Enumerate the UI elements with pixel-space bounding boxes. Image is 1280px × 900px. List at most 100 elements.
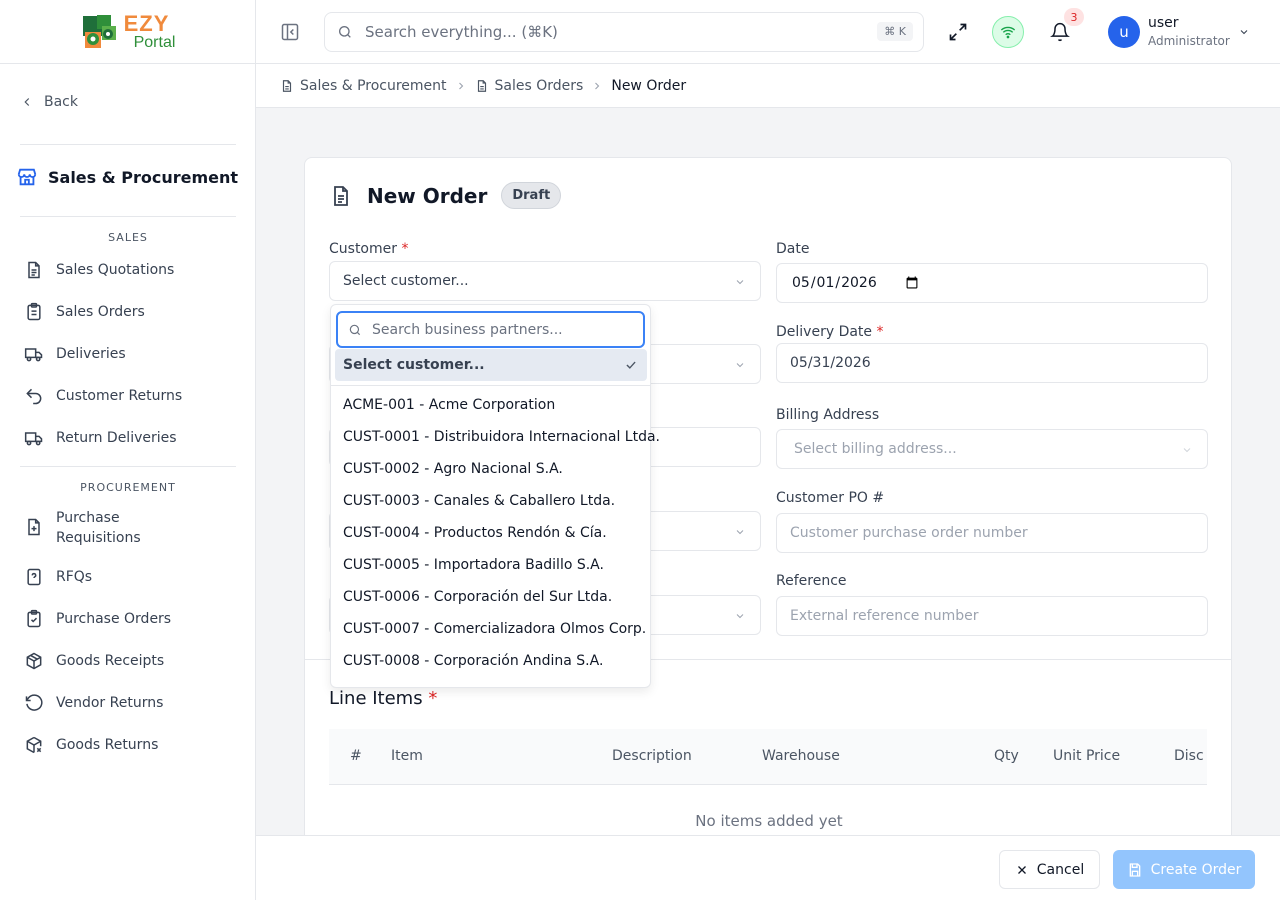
sidebar-item-rfqs[interactable]: RFQs (24, 567, 236, 587)
back-link[interactable]: Back (20, 90, 78, 114)
dropdown-option-selected[interactable]: Select customer... (335, 349, 647, 381)
customer-select[interactable]: Select customer... (329, 261, 761, 301)
sidebar-item-label: RFQs (56, 569, 93, 585)
connection-status[interactable] (992, 16, 1024, 48)
dropdown-option[interactable]: CUST-0006 - Corporación del Sur Ltda. (343, 589, 612, 605)
reference-field[interactable]: External reference number (776, 596, 1208, 636)
create-order-button-label: Create Order (1150, 861, 1242, 878)
sidebar-item-return-deliveries[interactable]: Return Deliveries (24, 428, 236, 448)
truck-icon (24, 348, 43, 362)
chevron-down-icon (736, 363, 744, 368)
package-icon (26, 652, 42, 670)
line-items-header: # Item Description Warehouse Qty Unit Pr… (329, 729, 1207, 785)
form-footer: Cancel Create Order (256, 835, 1280, 900)
section-title-procurement: PROCUREMENT (80, 481, 176, 494)
dropdown-option[interactable]: ACME-001 - Acme Corporation (343, 397, 555, 413)
global-search[interactable]: ⌘ K (324, 12, 924, 52)
sidebar-item-goods-returns[interactable]: Goods Returns (24, 735, 236, 755)
breadcrumb-item-sales-procurement[interactable]: Sales & Procurement (280, 78, 447, 94)
user-role: Administrator (1148, 34, 1230, 48)
sidebar-item-label: Sales Quotations (56, 262, 175, 278)
chevron-down-icon[interactable] (1238, 26, 1250, 38)
fullscreen-icon[interactable] (948, 22, 968, 42)
sidebar-toggle-icon[interactable] (280, 22, 300, 42)
line-items-title-text: Line Items (329, 688, 423, 709)
date-input[interactable] (791, 274, 921, 292)
sidebar-item-customer-returns[interactable]: Customer Returns (24, 386, 236, 406)
logo-icon (82, 14, 116, 48)
breadcrumb-item-sales-orders[interactable]: Sales Orders (475, 78, 583, 94)
global-search-input[interactable] (365, 23, 845, 41)
chevron-left-icon (24, 98, 30, 106)
chevron-down-icon (1183, 448, 1191, 453)
sidebar-item-purchase-requisitions[interactable]: Purchase Requisitions (24, 508, 236, 548)
clipboard-list-icon (27, 302, 41, 321)
topbar: ⌘ K 3 u user Administrator (256, 0, 1280, 64)
cancel-button-label: Cancel (1036, 861, 1085, 878)
partner-search[interactable] (336, 311, 645, 348)
breadcrumb-item-current: New Order (611, 77, 687, 94)
column-header-qty: Qty (994, 748, 1019, 764)
cancel-button[interactable]: Cancel (999, 850, 1100, 889)
billing-address-select[interactable]: Select billing address... (776, 429, 1208, 469)
sidebar-item-vendor-returns[interactable]: Vendor Returns (24, 693, 236, 713)
rotate-ccw-icon (25, 694, 43, 711)
dropdown-divider (331, 385, 650, 386)
billing-address-label: Billing Address (776, 407, 880, 423)
avatar[interactable]: u (1108, 16, 1140, 48)
sidebar-item-sales-orders[interactable]: Sales Orders (24, 302, 236, 322)
chevron-down-icon (736, 530, 744, 535)
delivery-date-field[interactable]: 05/31/2026 (776, 343, 1208, 383)
delivery-date-label-text: Delivery Date (776, 324, 873, 340)
column-header-item: Item (391, 748, 423, 764)
partner-search-input[interactable] (372, 321, 632, 338)
breadcrumb-label: Sales & Procurement (300, 77, 447, 94)
customer-po-field[interactable]: Customer purchase order number (776, 513, 1208, 553)
sidebar-item-goods-receipts[interactable]: Goods Receipts (24, 651, 236, 671)
chevron-down-icon (736, 614, 744, 619)
customer-po-placeholder: Customer purchase order number (790, 525, 1028, 541)
file-text-icon (334, 185, 348, 206)
column-header-unit-price: Unit Price (1053, 748, 1121, 764)
sidebar-item-deliveries[interactable]: Deliveries (24, 344, 236, 364)
dropdown-option[interactable]: CUST-0001 - Distribuidora Internacional … (343, 429, 660, 445)
module-title-label: Sales & Procurement (48, 167, 239, 187)
dropdown-option[interactable]: CUST-0007 - Comercializadora Olmos Corp. (343, 621, 646, 637)
sidebar-item-purchase-orders[interactable]: Purchase Orders (24, 609, 236, 629)
bell-icon[interactable] (1050, 22, 1070, 42)
sidebar-item-label: Deliveries (56, 346, 126, 362)
dropdown-option[interactable]: CUST-0002 - Agro Nacional S.A. (343, 461, 563, 477)
date-label: Date (776, 241, 810, 257)
module-title: Sales & Procurement (16, 164, 238, 190)
dropdown-option[interactable]: CUST-0004 - Productos Rendón & Cía. (343, 525, 607, 541)
dropdown-option[interactable]: CUST-0008 - Corporación Andina S.A. (343, 653, 603, 669)
sidebar-item-label: Purchase Requisitions (56, 510, 141, 546)
customer-label-text: Customer (329, 241, 398, 257)
sidebar: EZY Portal Back Sales & Procurement SALE… (0, 0, 256, 900)
sidebar-divider (20, 216, 236, 217)
delivery-date-value: 05/31/2026 (790, 355, 871, 371)
dropdown-option[interactable]: CUST-0005 - Importadora Badillo S.A. (343, 557, 604, 573)
dropdown-option-label: Select customer... (343, 357, 485, 373)
package-x-icon (26, 736, 42, 754)
user-name[interactable]: user (1148, 15, 1179, 31)
date-field[interactable] (776, 263, 1208, 303)
sidebar-item-sales-quotations[interactable]: Sales Quotations (24, 260, 236, 280)
wifi-icon (1000, 26, 1016, 39)
file-question-icon (27, 568, 41, 586)
logo[interactable]: EZY Portal (0, 0, 255, 64)
search-icon (349, 324, 361, 335)
breadcrumb: Sales & Procurement Sales Orders New Ord… (256, 64, 1280, 108)
sidebar-item-label: Return Deliveries (56, 430, 177, 446)
back-label: Back (44, 94, 78, 110)
reference-label: Reference (776, 573, 847, 589)
dropdown-option[interactable]: CUST-0003 - Canales & Caballero Ltda. (343, 493, 615, 509)
create-order-button[interactable]: Create Order (1113, 850, 1255, 889)
logo-text-sub: Portal (133, 33, 176, 51)
logo-text-main: EZY (123, 10, 170, 36)
billing-address-placeholder: Select billing address... (794, 441, 957, 457)
close-icon (1017, 865, 1026, 874)
required-mark: * (428, 688, 438, 709)
form-header: New Order Draft (329, 182, 562, 209)
line-items-empty-text: No items added yet (695, 812, 843, 830)
